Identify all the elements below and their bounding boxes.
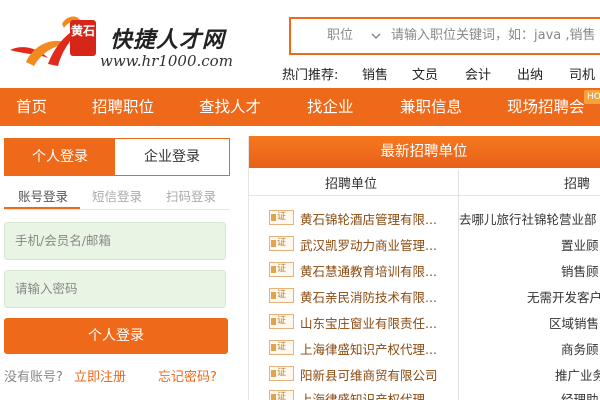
hot-item-cashier[interactable]: 出纳 <box>517 64 543 83</box>
job-link[interactable]: 区域销售 <box>549 313 599 332</box>
certified-icon: 证 <box>269 288 294 303</box>
username-input[interactable]: 手机/会员名/邮箱 <box>4 222 226 260</box>
hot-item-accountant[interactable]: 会计 <box>465 64 491 83</box>
job-link[interactable]: 经理助 <box>561 389 599 400</box>
subtab-scan-login[interactable]: 扫码登录 <box>166 186 216 205</box>
login-tabs: 个人登录 企业登录 <box>4 138 230 176</box>
tab-personal-login[interactable]: 个人登录 <box>5 139 115 175</box>
nav-home[interactable]: 首页 <box>16 88 47 126</box>
site-logo[interactable]: 黄石 <box>4 14 108 70</box>
chevron-down-icon[interactable] <box>371 31 381 41</box>
table-row: 证 上海律盛知识产权代理... 商务顾 <box>249 336 600 360</box>
table-row: 证 上海律盛知识产权代理... 经理助 <box>249 386 600 400</box>
certified-icon: 证 <box>269 340 294 355</box>
active-subtab-indicator <box>4 207 80 209</box>
company-link[interactable]: 黄石锦轮酒店管理有限... <box>300 209 437 228</box>
brand-url[interactable]: www.hr1000.com <box>100 52 233 70</box>
hot-item-clerk[interactable]: 文员 <box>412 64 438 83</box>
subtab-sms-login[interactable]: 短信登录 <box>92 186 142 205</box>
job-link[interactable]: 置业顾 <box>561 235 599 254</box>
table-row: 证 黄石锦轮酒店管理有限... 去哪儿旅行社锦轮营业部 <box>249 206 600 230</box>
search-category-select[interactable]: 职位 <box>291 19 383 53</box>
login-footer: 没有账号? 立即注册 忘记密码? <box>4 366 230 386</box>
nav-job-fair[interactable]: 现场招聘会 <box>507 88 585 126</box>
brand-name[interactable]: 快捷人才网 <box>110 22 225 54</box>
table-row: 证 山东宝庄窗业有限责任... 区域销售 <box>249 310 600 334</box>
login-method-tabs: 账号登录 短信登录 扫码登录 <box>4 182 230 210</box>
company-link[interactable]: 山东宝庄窗业有限责任... <box>300 313 437 332</box>
job-link[interactable]: 无需开发客户 <box>527 287 600 306</box>
job-link[interactable]: 去哪儿旅行社锦轮营业部 <box>459 209 597 228</box>
job-link[interactable]: 推广业务 <box>555 365 600 384</box>
no-account-text: 没有账号? <box>4 370 63 385</box>
certified-icon: 证 <box>269 262 294 277</box>
certified-icon: 证 <box>269 210 294 225</box>
personal-login-button[interactable]: 个人登录 <box>4 318 228 354</box>
column-header-job: 招聘 <box>564 177 591 192</box>
panel-title: 最新招聘单位 <box>249 136 600 168</box>
search-box: 职位 请输入职位关键词，如：java ,销售 <box>289 17 600 55</box>
subtab-account-login[interactable]: 账号登录 <box>18 186 68 205</box>
table-header: 招聘单位 招聘 <box>249 168 600 196</box>
company-link[interactable]: 武汉凯罗动力商业管理... <box>300 235 437 254</box>
column-header-company: 招聘单位 <box>325 177 378 192</box>
hot-item-sales[interactable]: 销售 <box>362 64 388 83</box>
hot-recommendations: 热门推荐: 销售 文员 会计 出纳 司机 <box>282 64 600 83</box>
nav-talent[interactable]: 查找人才 <box>199 88 261 126</box>
password-input[interactable]: 请输入密码 <box>4 270 226 308</box>
site-header: 黄石 快捷人才网 www.hr1000.com 职位 请输入职位关键词，如：ja… <box>0 0 600 88</box>
job-link[interactable]: 销售顾 <box>561 261 599 280</box>
company-link[interactable]: 上海律盛知识产权代理... <box>300 339 437 358</box>
nav-parttime[interactable]: 兼职信息 <box>400 88 462 126</box>
job-link[interactable]: 商务顾 <box>561 339 599 358</box>
hot-item-driver[interactable]: 司机 <box>569 64 595 83</box>
search-input[interactable]: 请输入职位关键词，如：java ,销售 <box>391 19 600 53</box>
hot-label: 热门推荐: <box>282 68 339 83</box>
company-link[interactable]: 上海律盛知识产权代理... <box>300 389 437 400</box>
nav-companies[interactable]: 找企业 <box>307 88 354 126</box>
certified-icon: 证 <box>269 314 294 329</box>
certified-icon: 证 <box>269 366 294 381</box>
certified-icon: 证 <box>269 390 294 400</box>
tab-company-login[interactable]: 企业登录 <box>115 139 229 175</box>
main-nav: 首页 招聘职位 查找人才 找企业 兼职信息 现场招聘会 <box>0 88 600 126</box>
certified-icon: 证 <box>269 236 294 251</box>
register-link[interactable]: 立即注册 <box>74 366 126 385</box>
logo-mark-text: 黄石 <box>71 23 95 38</box>
table-row: 证 黄石亲民消防技术有限... 无需开发客户 <box>249 284 600 308</box>
forgot-password-link[interactable]: 忘记密码? <box>158 366 217 385</box>
nav-jobs[interactable]: 招聘职位 <box>92 88 154 126</box>
table-row: 证 武汉凯罗动力商业管理... 置业顾 <box>249 232 600 256</box>
table-row: 证 黄石慧通教育培训有限... 销售顾 <box>249 258 600 282</box>
login-panel: 个人登录 企业登录 账号登录 短信登录 扫码登录 手机/会员名/邮箱 请输入密码… <box>4 138 230 400</box>
latest-companies-panel: 最新招聘单位 招聘单位 招聘 证 黄石锦轮酒店管理有限... 去哪儿旅行社锦轮营… <box>248 136 600 400</box>
company-link[interactable]: 黄石亲民消防技术有限... <box>300 287 437 306</box>
company-link[interactable]: 黄石慧通教育培训有限... <box>300 261 437 280</box>
table-row: 证 阳新县可维商贸有限公司 推广业务 <box>249 362 600 386</box>
hot-badge: HOT <box>584 90 600 104</box>
company-link[interactable]: 阳新县可维商贸有限公司 <box>300 365 438 384</box>
